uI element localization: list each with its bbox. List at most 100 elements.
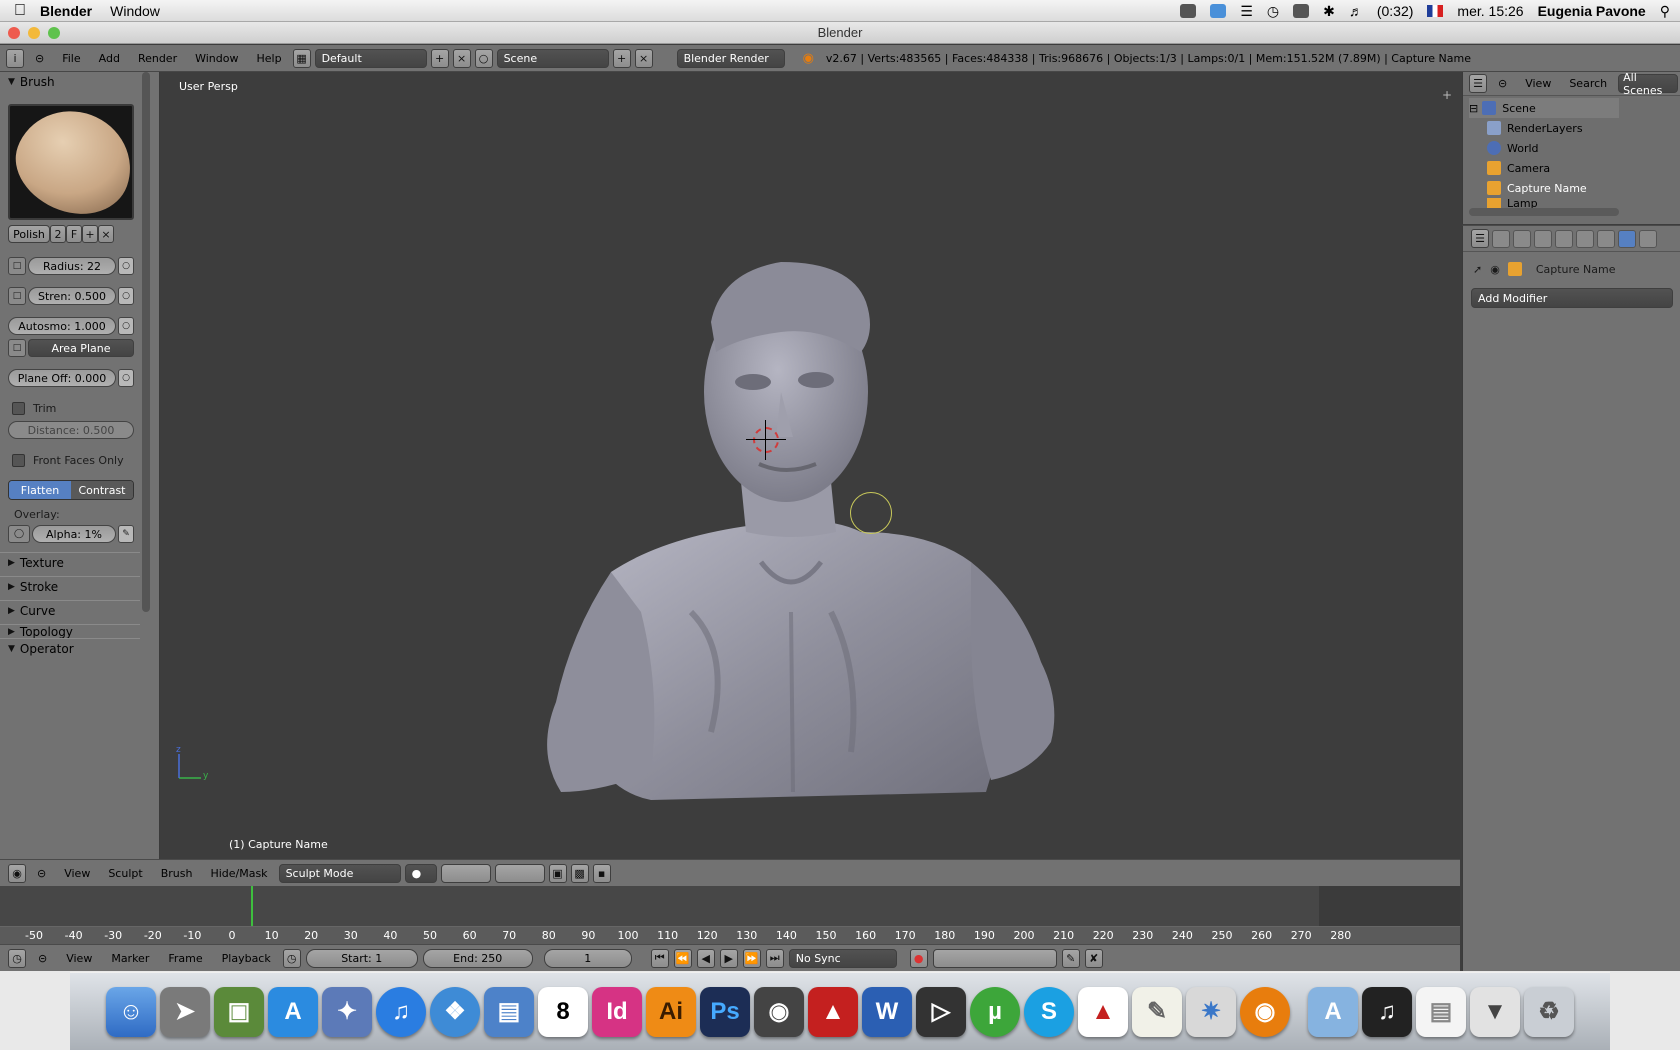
menu-file[interactable]: File xyxy=(55,52,87,65)
calendar-icon[interactable]: 8 xyxy=(538,986,588,1037)
operator-panel-header[interactable]: ▼ Operator xyxy=(0,638,140,658)
camera-app-icon[interactable]: ◉ xyxy=(754,986,804,1037)
area-plane-select[interactable]: Area Plane xyxy=(28,339,134,357)
collapse-menu-icon[interactable]: ⊝ xyxy=(28,52,51,65)
viewport-3d[interactable]: User Persp y z (1) Capture Name + xyxy=(161,72,1460,859)
outliner-filter-select[interactable]: All Scenes xyxy=(1618,71,1679,97)
menu-add[interactable]: Add xyxy=(92,52,127,65)
contrast-option[interactable]: Contrast xyxy=(71,481,133,499)
preview-icon[interactable]: ✦ xyxy=(322,986,372,1037)
editor-type-icon[interactable]: i xyxy=(6,48,24,68)
radius-pressure-icon[interactable]: ○ xyxy=(118,257,134,275)
documents-stack-icon[interactable]: ▤ xyxy=(1416,986,1466,1037)
autosmooth-field[interactable]: Autosmo: 1.000 xyxy=(8,317,116,335)
scene-field[interactable]: Scene xyxy=(496,48,609,68)
lock-camera-icon[interactable]: ▣ xyxy=(548,863,567,883)
properties-editor-icon[interactable]: ☰ xyxy=(1471,229,1489,248)
pin-icon[interactable]: ➚ xyxy=(1473,263,1482,276)
render-tab-icon[interactable] xyxy=(1492,229,1510,248)
front-faces-checkbox[interactable] xyxy=(12,453,25,467)
play-icon[interactable]: ▶ xyxy=(719,948,738,968)
outliner-menu-view[interactable]: View xyxy=(1518,77,1558,90)
outliner-menu-search[interactable]: Search xyxy=(1562,77,1614,90)
flatten-option[interactable]: Flatten xyxy=(9,481,71,499)
end-frame-field[interactable]: End: 250 xyxy=(422,948,533,968)
render-engine-select[interactable]: Blender Render xyxy=(676,48,785,68)
timeline-ruler[interactable]: -50 -40 -30 -20 -10 0 10 20 30 40 50 60 70 80 90 100 110… xyxy=(0,926,1460,944)
outliner-item-scene[interactable]: Scene xyxy=(1502,102,1536,115)
render-anim-icon[interactable]: ▪ xyxy=(592,863,611,883)
add-brush-icon[interactable]: + xyxy=(82,225,98,243)
strength-pressure-icon[interactable]: ○ xyxy=(118,287,134,305)
close-window-icon[interactable] xyxy=(8,27,20,39)
outliner-editor-icon[interactable]: ☰ xyxy=(1469,74,1487,93)
sculpt-mesh[interactable] xyxy=(531,232,1091,859)
layers-right[interactable] xyxy=(494,863,545,883)
acrobat-reader-icon[interactable]: ▲ xyxy=(1078,986,1128,1037)
keying-set-field[interactable] xyxy=(932,948,1057,968)
record-icon[interactable]: ● xyxy=(909,948,928,968)
texture-panel-header[interactable]: ▶ Texture xyxy=(0,552,140,572)
user-name[interactable]: Eugenia Pavone xyxy=(1538,3,1646,19)
stroke-panel-header[interactable]: ▶ Stroke xyxy=(0,576,140,596)
illustrator-icon[interactable]: Ai xyxy=(646,986,696,1037)
indesign-icon[interactable]: Id xyxy=(592,986,642,1037)
applications-folder-icon[interactable]: A xyxy=(1308,986,1358,1037)
volume-icon[interactable]: ♬ xyxy=(1349,3,1363,19)
trash-icon[interactable]: ♻ xyxy=(1524,986,1574,1037)
add-modifier-button[interactable]: Add Modifier xyxy=(1471,288,1673,308)
collapse-menu-icon[interactable]: ⊝ xyxy=(31,952,54,965)
plane-offset-field[interactable]: Plane Off: 0.000 xyxy=(8,369,116,387)
wifi-icon[interactable]: ☰ xyxy=(1240,3,1253,20)
window-menu[interactable]: Window xyxy=(110,3,160,19)
display-icon[interactable] xyxy=(1293,4,1310,18)
current-frame-field[interactable]: 1 xyxy=(543,948,632,968)
collapse-menu-icon[interactable]: ⊝ xyxy=(30,867,53,880)
outliner-item-lamp[interactable]: Lamp xyxy=(1507,198,1538,208)
jump-end-icon[interactable]: ⏭ xyxy=(765,948,784,968)
curve-panel-header[interactable]: ▶ Curve xyxy=(0,600,140,620)
brush-users[interactable]: 2 xyxy=(50,225,66,243)
word-icon[interactable]: W xyxy=(862,986,912,1037)
spotlight-icon[interactable]: ⚲ xyxy=(1660,3,1670,20)
mode-select[interactable]: Sculpt Mode xyxy=(278,863,401,883)
brush-name[interactable]: Polish xyxy=(8,225,50,243)
preview-range-icon[interactable]: ◷ xyxy=(282,948,301,968)
menu-help[interactable]: Help xyxy=(249,52,288,65)
layers-left[interactable] xyxy=(440,863,491,883)
dropbox-icon[interactable] xyxy=(1210,4,1227,18)
battery-status[interactable]: (0:32) xyxy=(1377,3,1414,19)
start-frame-field[interactable]: Start: 1 xyxy=(305,948,418,968)
timeline[interactable]: -50 -40 -30 -20 -10 0 10 20 30 40 50 60 70 80 90 100 110… xyxy=(0,886,1460,944)
menu-render[interactable]: Render xyxy=(131,52,184,65)
menu-marker[interactable]: Marker xyxy=(104,952,156,965)
unlink-brush-icon[interactable]: × xyxy=(98,225,114,243)
textedit-icon[interactable]: ✎ xyxy=(1132,986,1182,1037)
zoom-window-icon[interactable] xyxy=(48,27,60,39)
eyedropper-icon[interactable]: ✎ xyxy=(118,525,134,543)
outliner-item-world[interactable]: World xyxy=(1507,142,1539,155)
shading-select[interactable]: ● xyxy=(404,863,437,883)
plane-offset-pressure-icon[interactable]: ○ xyxy=(118,369,134,387)
plane-lock-icon[interactable]: □ xyxy=(8,339,26,357)
viewport-expand-icon[interactable]: + xyxy=(1442,88,1452,102)
apple-menu-icon[interactable]:  xyxy=(0,2,40,20)
menu-hide-mask[interactable]: Hide/Mask xyxy=(203,867,274,880)
menu-view[interactable]: View xyxy=(59,952,99,965)
menu-view[interactable]: View xyxy=(57,867,97,880)
flag-icon[interactable] xyxy=(1427,5,1444,17)
modifier-tab-icon[interactable] xyxy=(1618,229,1636,248)
data-tab-icon[interactable] xyxy=(1639,229,1657,248)
app-store-icon[interactable]: A xyxy=(268,986,318,1037)
clock[interactable]: mer. 15:26 xyxy=(1457,3,1523,19)
strength-field[interactable]: Stren: 0.500 xyxy=(28,287,116,305)
world-tab-icon[interactable] xyxy=(1534,229,1552,248)
itunes-icon[interactable]: ♫ xyxy=(376,986,426,1037)
finder-icon[interactable]: ☺ xyxy=(106,986,156,1037)
trim-checkbox[interactable] xyxy=(12,401,25,415)
menu-sculpt[interactable]: Sculpt xyxy=(101,867,149,880)
sync-select[interactable]: No Sync xyxy=(788,948,897,968)
outliner-item-camera[interactable]: Camera xyxy=(1507,162,1550,175)
skype-icon[interactable]: S xyxy=(1024,986,1074,1037)
timeline-editor-icon[interactable]: ◷ xyxy=(8,948,26,968)
